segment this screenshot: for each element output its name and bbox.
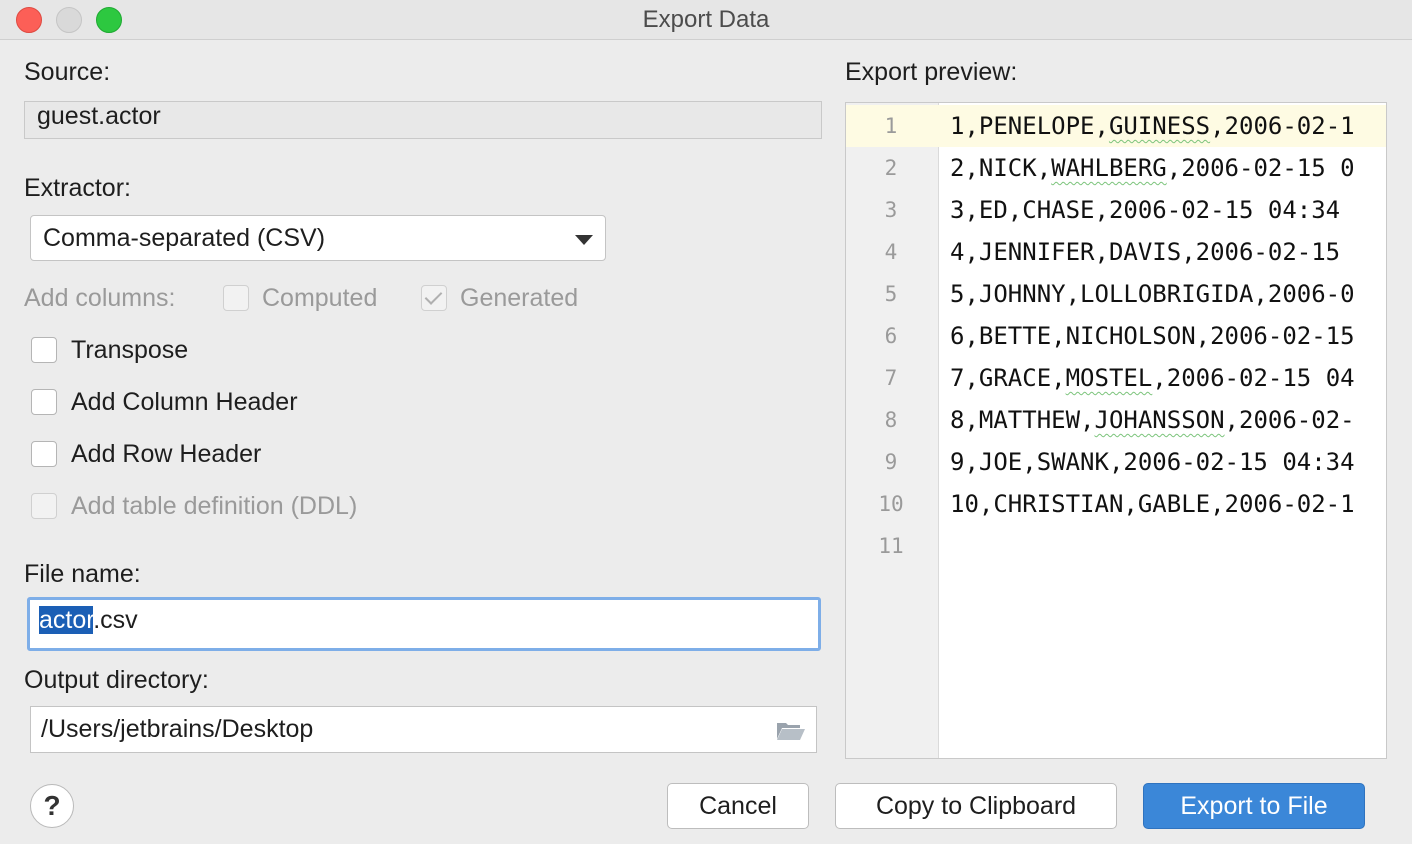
line-number: 11 xyxy=(878,534,904,558)
title-bar: Export Data xyxy=(0,0,1412,40)
window-title: Export Data xyxy=(642,6,770,33)
source-field: guest.actor xyxy=(24,101,822,139)
export-preview-editor[interactable]: 1 1,PENELOPE,GUINESS,2006-02-1 2 2,NICK,… xyxy=(845,102,1387,759)
line-text: 10,CHRISTIAN,GABLE,2006-02-1 xyxy=(950,490,1355,518)
computed-checkbox[interactable] xyxy=(223,285,249,311)
preview-line: 7 7,GRACE,MOSTEL,2006-02-15 04 xyxy=(846,357,1386,399)
add-columns-label: Add columns: xyxy=(24,284,176,312)
export-to-file-button[interactable]: Export to File xyxy=(1143,783,1365,829)
preview-line: 4 4,JENNIFER,DAVIS,2006-02-15 xyxy=(846,231,1386,273)
add-column-header-label[interactable]: Add Column Header xyxy=(71,388,298,417)
preview-line: 5 5,JOHNNY,LOLLOBRIGIDA,2006-0 xyxy=(846,273,1386,315)
output-directory-label: Output directory: xyxy=(24,666,209,694)
line-number: 6 xyxy=(884,324,898,348)
line-number: 8 xyxy=(884,408,898,432)
line-text: 2,NICK,WAHLBERG,2006-02-15 0 xyxy=(950,154,1355,182)
line-number: 10 xyxy=(878,492,904,516)
help-button[interactable]: ? xyxy=(30,784,74,828)
line-text: 9,JOE,SWANK,2006-02-15 04:34 xyxy=(950,448,1355,476)
folder-icon[interactable] xyxy=(776,721,806,741)
preview-line: 6 6,BETTE,NICHOLSON,2006-02-15 xyxy=(846,315,1386,357)
file-name-selected-text: actor xyxy=(39,606,94,634)
file-name-input[interactable]: actor.csv xyxy=(27,597,821,651)
line-text: 5,JOHNNY,LOLLOBRIGIDA,2006-0 xyxy=(950,280,1355,308)
extractor-selected-value: Comma-separated (CSV) xyxy=(43,224,326,252)
computed-label: Computed xyxy=(262,284,378,312)
add-table-definition-checkbox[interactable] xyxy=(31,493,57,519)
add-table-definition-label: Add table definition (DDL) xyxy=(71,492,358,520)
output-directory-value: /Users/jetbrains/Desktop xyxy=(41,715,314,743)
line-number: 3 xyxy=(884,198,898,222)
extractor-dropdown[interactable]: Comma-separated (CSV) xyxy=(30,215,606,261)
source-label: Source: xyxy=(24,58,111,86)
line-text: 4,JENNIFER,DAVIS,2006-02-15 xyxy=(950,238,1341,266)
source-value: guest.actor xyxy=(37,102,161,130)
file-name-label: File name: xyxy=(24,560,141,588)
transpose-label[interactable]: Transpose xyxy=(71,336,188,365)
line-number: 7 xyxy=(884,366,898,390)
line-text: 3,ED,CHASE,2006-02-15 04:34 xyxy=(950,196,1341,224)
preview-line: 3 3,ED,CHASE,2006-02-15 04:34 xyxy=(846,189,1386,231)
extractor-label: Extractor: xyxy=(24,174,131,202)
line-number: 4 xyxy=(884,240,898,264)
line-number: 9 xyxy=(884,450,898,474)
generated-label: Generated xyxy=(460,284,579,312)
preview-line: 1 1,PENELOPE,GUINESS,2006-02-1 xyxy=(846,105,1386,147)
line-text: 8,MATTHEW,JOHANSSON,2006-02- xyxy=(950,406,1355,434)
line-number: 1 xyxy=(884,114,898,138)
copy-to-clipboard-button[interactable]: Copy to Clipboard xyxy=(835,783,1117,829)
preview-line: 9 9,JOE,SWANK,2006-02-15 04:34 xyxy=(846,441,1386,483)
export-preview-label: Export preview: xyxy=(845,58,1018,86)
line-number: 5 xyxy=(884,282,898,306)
preview-line: 11 xyxy=(846,525,1386,567)
checkmark-icon xyxy=(424,287,443,305)
preview-line: 2 2,NICK,WAHLBERG,2006-02-15 0 xyxy=(846,147,1386,189)
line-text: 1,PENELOPE,GUINESS,2006-02-1 xyxy=(950,112,1355,140)
export-data-dialog: Export Data Source: guest.actor Extracto… xyxy=(0,0,1412,844)
line-number: 2 xyxy=(884,156,898,180)
line-text: 7,GRACE,MOSTEL,2006-02-15 04 xyxy=(950,364,1355,392)
cancel-button[interactable]: Cancel xyxy=(667,783,809,829)
preview-line: 8 8,MATTHEW,JOHANSSON,2006-02- xyxy=(846,399,1386,441)
file-name-extension: .csv xyxy=(93,606,138,634)
add-row-header-checkbox[interactable] xyxy=(31,441,57,467)
add-column-header-checkbox[interactable] xyxy=(31,389,57,415)
generated-checkbox[interactable] xyxy=(421,285,447,311)
output-directory-input[interactable]: /Users/jetbrains/Desktop xyxy=(30,706,817,753)
line-text: 6,BETTE,NICHOLSON,2006-02-15 xyxy=(950,322,1355,350)
file-name-value: actor.csv xyxy=(39,606,138,635)
chevron-down-icon xyxy=(575,235,593,245)
preview-line: 10 10,CHRISTIAN,GABLE,2006-02-1 xyxy=(846,483,1386,525)
transpose-checkbox[interactable] xyxy=(31,337,57,363)
add-row-header-label[interactable]: Add Row Header xyxy=(71,440,261,469)
